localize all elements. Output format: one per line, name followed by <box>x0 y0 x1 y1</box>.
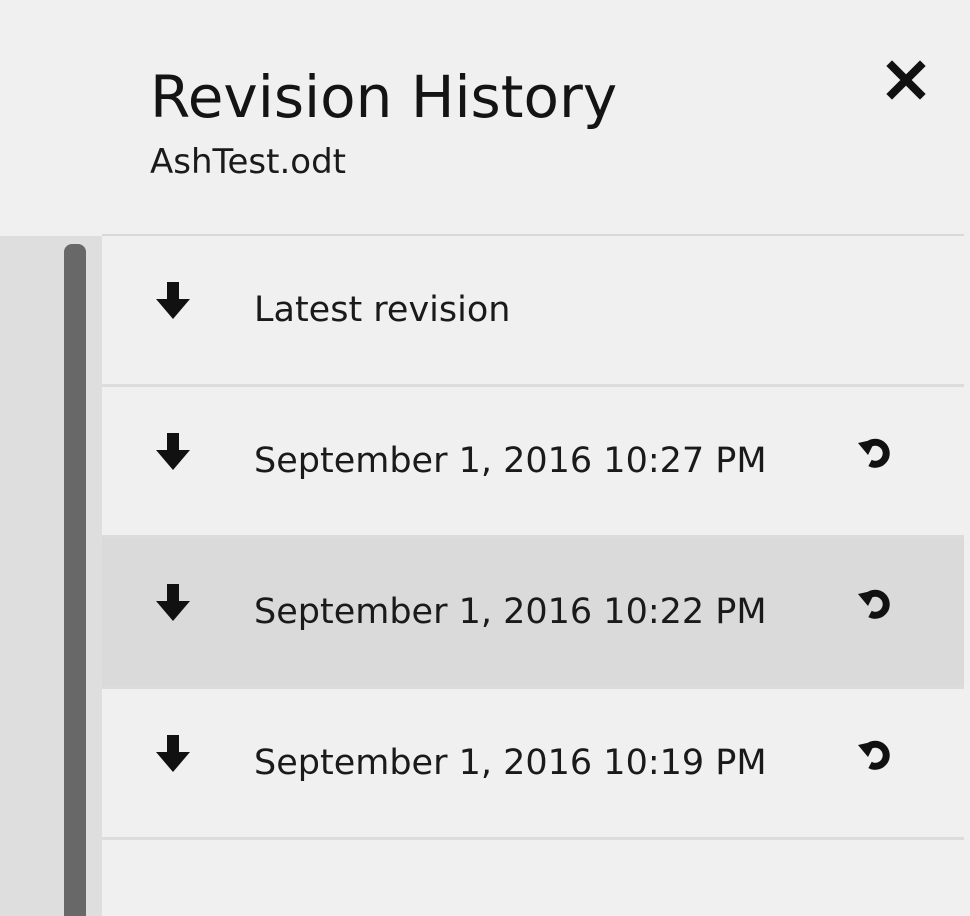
revision-label: September 1, 2016 10:22 PM <box>254 592 767 632</box>
revision-history-panel: Revision History AshTest.odt Latest revi… <box>102 0 964 916</box>
panel-header: Revision History AshTest.odt <box>102 0 964 236</box>
revision-label: September 1, 2016 10:27 PM <box>254 441 767 481</box>
arrow-down-icon[interactable] <box>156 282 190 320</box>
revision-label: September 1, 2016 10:19 PM <box>254 743 767 783</box>
restore-icon[interactable] <box>856 582 896 622</box>
arrow-down-icon[interactable] <box>156 433 190 471</box>
revision-history-window: Revision History AshTest.odt Latest revi… <box>0 0 970 916</box>
revision-label: Latest revision <box>254 290 511 330</box>
scrollbar-thumb[interactable] <box>64 244 86 916</box>
revision-row[interactable]: September 1, 2016 10:27 PM <box>102 387 964 538</box>
close-button[interactable] <box>878 52 934 108</box>
revision-row-selected[interactable]: September 1, 2016 10:22 PM <box>102 538 964 689</box>
revision-row[interactable]: September 1, 2016 10:19 PM <box>102 689 964 840</box>
restore-icon[interactable] <box>856 431 896 471</box>
panel-title: Revision History <box>150 63 618 131</box>
revision-list: Latest revision September 1, 2016 10:27 … <box>102 234 964 840</box>
restore-icon[interactable] <box>856 733 896 773</box>
document-area-gutter <box>0 236 102 916</box>
arrow-down-icon[interactable] <box>156 735 190 773</box>
document-filename: AshTest.odt <box>150 142 346 182</box>
close-icon <box>878 52 934 108</box>
revision-row-latest[interactable]: Latest revision <box>102 236 964 387</box>
arrow-down-icon[interactable] <box>156 584 190 622</box>
